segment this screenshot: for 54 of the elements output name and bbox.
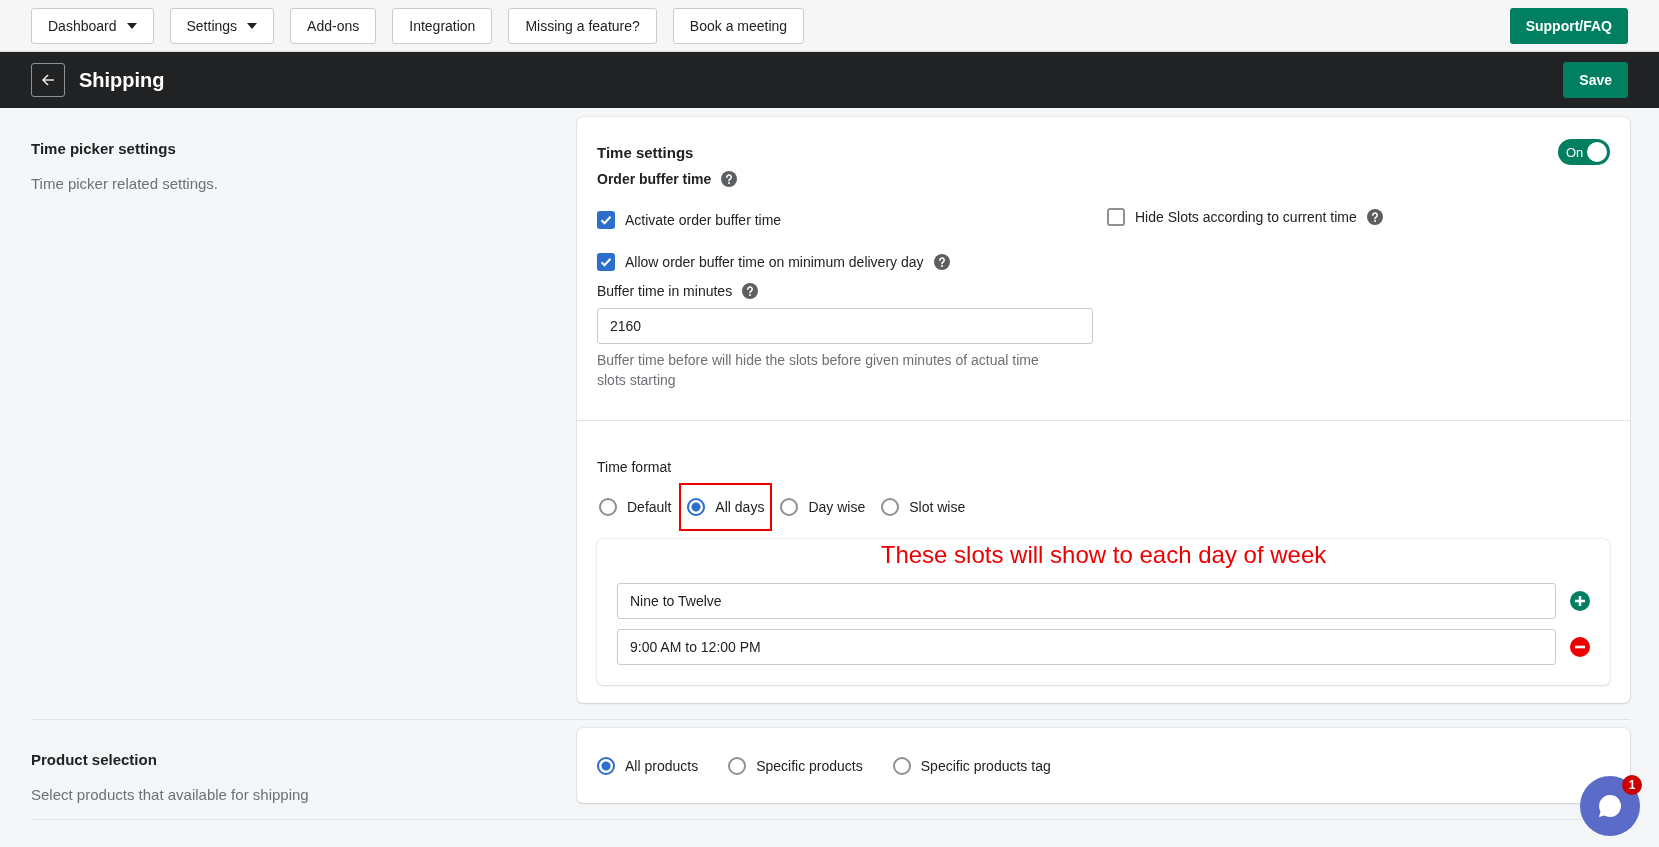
checkbox[interactable]	[1107, 208, 1125, 226]
section-description: Time picker related settings.	[31, 175, 220, 192]
remove-icon[interactable]	[1570, 637, 1590, 657]
arrow-icon	[40, 72, 56, 88]
annotation-text: These slots will show to each day of week	[879, 540, 1328, 570]
input-field[interactable]: Nine to Twelve	[617, 583, 1556, 619]
checkbox-label: Activate order buffer time	[625, 212, 782, 228]
nav-button[interactable]: Book a meeting	[672, 7, 805, 44]
nav-button[interactable]: Integration	[392, 7, 493, 44]
radio-label: All days	[715, 499, 765, 515]
checkbox-label: Allow order buffer time on minimum delivery day	[625, 254, 924, 270]
help-icon[interactable]	[742, 283, 759, 299]
nav-button[interactable]: Missing a feature?	[508, 7, 657, 44]
nav-button[interactable]: Settings	[169, 7, 275, 44]
radio-label: Default	[627, 499, 672, 515]
nav-button[interactable]: Add-ons	[290, 7, 377, 44]
checkbox-label: Hide Slots according to current time	[1135, 209, 1357, 225]
card-title: Time settings	[597, 143, 694, 161]
help-icon[interactable]	[933, 254, 950, 270]
radio-label: Specific products	[756, 757, 863, 774]
radio-label: All products	[625, 757, 699, 774]
radio-button[interactable]	[687, 498, 706, 516]
input-field[interactable]: 9:00 AM to 12:00 PM	[617, 629, 1556, 665]
input-field[interactable]: 2160	[597, 308, 1093, 344]
section-title: Product selection	[31, 751, 158, 768]
checkbox[interactable]	[597, 211, 615, 229]
checkbox[interactable]	[597, 253, 615, 271]
radio-button[interactable]	[892, 756, 911, 775]
help-icon[interactable]	[1366, 209, 1383, 225]
nav-button[interactable]: Dashboard	[31, 7, 154, 44]
notification-badge: 1	[1622, 775, 1642, 795]
field-label: Time format	[597, 459, 673, 475]
radio-button[interactable]	[599, 498, 617, 516]
radio-button[interactable]	[597, 756, 615, 775]
radio-label: Specific products tag	[920, 757, 1051, 774]
radio-button[interactable]	[780, 498, 799, 516]
toggle-switch[interactable]: On	[1558, 139, 1610, 165]
caret-icon	[247, 22, 258, 29]
field-label: Order buffer time	[597, 171, 712, 187]
section-title: Time picker settings	[31, 140, 177, 157]
back-button[interactable]	[31, 63, 65, 97]
caret-icon	[126, 22, 137, 29]
add-icon[interactable]	[1570, 591, 1590, 611]
help-text: Buffer time before will hide the slots before given minutes of actual time slots starting	[597, 351, 1040, 390]
section-description: Select products that available for shipping	[31, 786, 310, 803]
help-icon[interactable]	[721, 171, 738, 187]
radio-button[interactable]	[728, 756, 747, 775]
radio-label: Day wise	[808, 499, 866, 515]
radio-label: Slot wise	[909, 499, 966, 515]
field-label: Buffer time in minutes	[597, 283, 733, 299]
radio-button[interactable]	[881, 498, 900, 516]
page-title: Shipping	[79, 68, 166, 92]
support-button[interactable]: Support/FAQ	[1509, 7, 1628, 44]
save-button[interactable]: Save	[1563, 62, 1628, 98]
